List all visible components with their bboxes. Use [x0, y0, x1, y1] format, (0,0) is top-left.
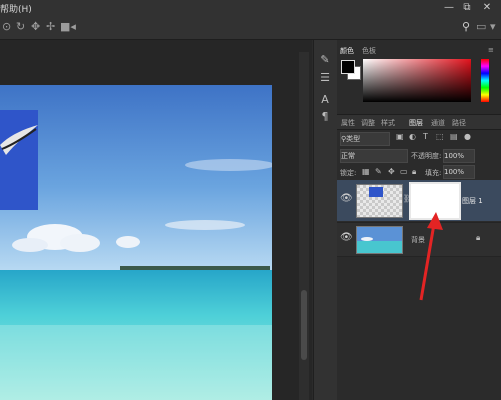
menu-item-help[interactable]: 帮助(H)	[0, 2, 32, 15]
opacity-label: 不透明度:	[411, 152, 442, 160]
tab-swatches[interactable]: 色板	[362, 46, 376, 56]
brush-icon[interactable]: ✎	[316, 52, 334, 68]
fill-label: 填充:	[425, 169, 442, 177]
tab-styles[interactable]: 样式	[381, 118, 395, 128]
visibility-eye-icon[interactable]: 👁︎	[340, 232, 353, 243]
hue-slider[interactable]	[481, 59, 489, 102]
layer-thumbnail	[356, 184, 403, 218]
opacity-field[interactable]: 100%	[443, 149, 475, 163]
blend-mode-dropdown[interactable]: 正常	[340, 149, 408, 163]
tab-paths[interactable]: 路径	[452, 118, 466, 128]
tab-properties[interactable]: 属性	[341, 118, 355, 128]
lock-artboard-icon[interactable]: ▭	[400, 167, 408, 176]
tab-adjustments[interactable]: 调整	[361, 118, 375, 128]
adjust-sliders-icon[interactable]: ☰	[316, 70, 334, 86]
slide-icon[interactable]: ✢	[46, 20, 55, 33]
canvas-image[interactable]	[0, 85, 272, 400]
minimize-button[interactable]: —	[440, 1, 458, 14]
drag-icon[interactable]: ✥	[31, 20, 40, 33]
visibility-eye-icon[interactable]: 👁︎	[340, 193, 353, 204]
scale-icon[interactable]: ■◂	[60, 20, 76, 33]
rotate-3d-icon[interactable]: ↻	[16, 20, 25, 33]
lock-transparent-icon[interactable]: ▦	[362, 167, 370, 176]
lock-position-icon[interactable]: ✥	[388, 167, 395, 176]
color-picker-field[interactable]	[363, 59, 471, 102]
paragraph-icon[interactable]: ¶	[316, 109, 334, 125]
text-filter-icon[interactable]: T	[423, 132, 428, 141]
fill-field[interactable]: 100%	[443, 165, 475, 179]
menu-bar	[0, 0, 501, 16]
foreground-color-swatch[interactable]	[341, 60, 355, 74]
share-icon[interactable]: ▾	[490, 20, 496, 33]
lock-icon: 🔒︎	[476, 233, 481, 242]
annotation-arrow	[419, 212, 443, 301]
tab-channels[interactable]: 通道	[431, 118, 445, 128]
lock-all-icon[interactable]: 🔒︎	[412, 167, 416, 177]
lock-label: 锁定:	[340, 169, 357, 177]
layer-name[interactable]: 图层 1	[462, 196, 483, 206]
shape-filter-icon[interactable]: ⬚	[436, 132, 444, 141]
tab-color[interactable]: 颜色	[340, 46, 354, 56]
scrollbar-thumb[interactable]	[301, 290, 307, 360]
lock-pixels-icon[interactable]: ✎	[375, 167, 382, 176]
search-icon[interactable]: ⚲	[462, 20, 470, 33]
panel-menu-icon[interactable]: ≡	[488, 46, 494, 54]
filter-toggle-icon[interactable]: ●	[464, 132, 471, 141]
tab-layers[interactable]: 图层	[409, 118, 423, 128]
background-thumbnail	[356, 226, 403, 254]
smart-object-filter-icon[interactable]: ▤	[450, 132, 458, 141]
layer-filter-dropdown[interactable]: ⚲类型	[340, 132, 390, 146]
adjustment-filter-icon[interactable]: ◐	[409, 132, 416, 141]
roll-icon[interactable]: ⊙	[2, 20, 11, 33]
workspace-icon[interactable]: ▭	[476, 20, 486, 33]
maximize-button[interactable]: ⧉	[458, 1, 476, 14]
close-button[interactable]: ✕	[478, 1, 496, 14]
character-icon[interactable]: A	[316, 92, 334, 108]
pixel-filter-icon[interactable]: ▣	[396, 132, 404, 141]
